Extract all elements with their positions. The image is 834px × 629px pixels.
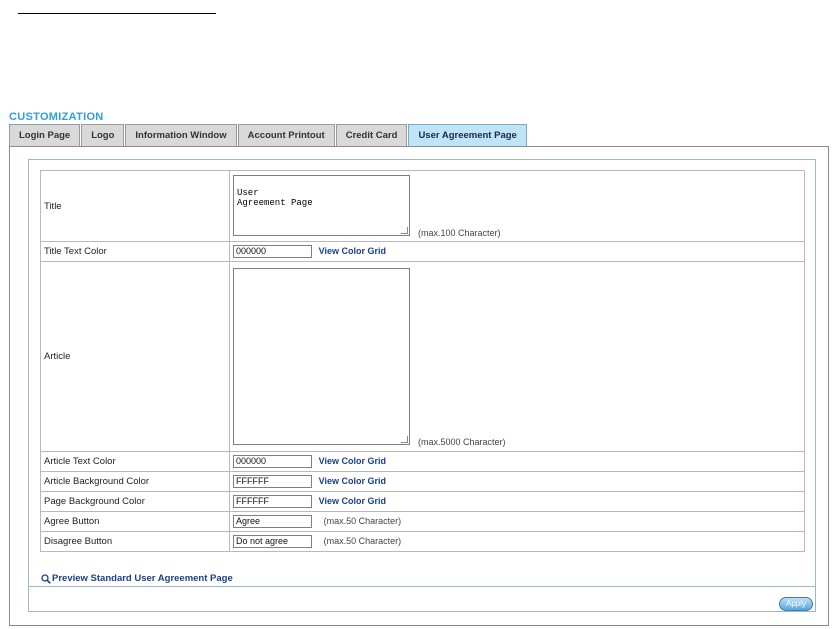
tab-account-printout[interactable]: Account Printout (237, 124, 335, 146)
resize-grip-icon[interactable] (401, 435, 408, 443)
top-rule (18, 13, 216, 14)
row-article-text-color: Article Text Color 000000 View Color Gri… (40, 451, 805, 472)
row-article: Article (max.5000 Character) (40, 261, 805, 452)
row-disagree-button: Disagree Button Do not agree (max.50 Cha… (40, 531, 805, 552)
form-container: Title User Agreement Page (max.100 Chara… (28, 159, 816, 612)
article-textarea[interactable] (233, 267, 410, 445)
tab-bar: Login Page Logo Information Window Accou… (9, 124, 528, 147)
preview-link-label: Preview Standard User Agreement Page (52, 573, 233, 584)
agree-button-label: Agree Button (40, 511, 230, 532)
disagree-button-label: Disagree Button (40, 531, 230, 552)
disagree-button-input[interactable]: Do not agree (233, 535, 312, 548)
article-text-color-label: Article Text Color (40, 451, 230, 472)
tab-user-agreement-page[interactable]: User Agreement Page (408, 124, 527, 146)
preview-link[interactable]: Preview Standard User Agreement Page (41, 573, 233, 584)
row-title-text-color: Title Text Color 000000 View Color Grid (40, 241, 805, 262)
title-hint: (max.100 Character) (418, 228, 501, 238)
tab-credit-card[interactable]: Credit Card (335, 124, 408, 146)
footer-divider (29, 586, 815, 587)
article-bg-color-label: Article Background Color (40, 471, 230, 492)
disagree-button-hint: (max.50 Character) (323, 536, 402, 547)
title-text-color-label: Title Text Color (40, 241, 230, 262)
magnifier-icon (41, 573, 51, 584)
article-label: Article (40, 261, 230, 452)
agreement-form-table: Title User Agreement Page (max.100 Chara… (40, 170, 805, 552)
article-bg-color-input[interactable]: FFFFFF (233, 475, 312, 488)
article-text-view-color-grid-link[interactable]: View Color Grid (319, 456, 386, 466)
apply-button[interactable]: Apply (779, 597, 813, 611)
agree-button-input[interactable]: Agree (233, 515, 312, 528)
row-agree-button: Agree Button Agree (max.50 Character) (40, 511, 805, 532)
article-hint: (max.5000 Character) (418, 436, 506, 447)
title-text-color-input[interactable]: 000000 (233, 245, 312, 258)
row-article-bg-color: Article Background Color FFFFFF View Col… (40, 471, 805, 492)
section-title: CUSTOMIZATION (9, 111, 104, 123)
article-bg-view-color-grid-link[interactable]: View Color Grid (319, 476, 386, 486)
row-page-bg-color: Page Background Color FFFFFF View Color … (40, 491, 805, 512)
tab-logo[interactable]: Logo (81, 124, 125, 146)
page-bg-color-input[interactable]: FFFFFF (233, 495, 312, 508)
agree-button-hint: (max.50 Character) (323, 516, 402, 527)
title-label: Title (40, 170, 230, 242)
title-view-color-grid-link[interactable]: View Color Grid (319, 246, 386, 256)
customization-panel: Title User Agreement Page (max.100 Chara… (9, 146, 829, 626)
page-bg-view-color-grid-link[interactable]: View Color Grid (319, 496, 386, 506)
row-title: Title User Agreement Page (max.100 Chara… (40, 170, 805, 242)
article-text-color-input[interactable]: 000000 (233, 455, 312, 468)
page-bg-color-label: Page Background Color (40, 491, 230, 512)
resize-grip-icon[interactable] (401, 227, 408, 234)
title-textarea[interactable]: User Agreement Page (233, 175, 410, 236)
title-textarea-value: User Agreement Page (237, 188, 313, 208)
tab-information-window[interactable]: Information Window (125, 124, 237, 146)
tab-login-page[interactable]: Login Page (9, 124, 81, 146)
